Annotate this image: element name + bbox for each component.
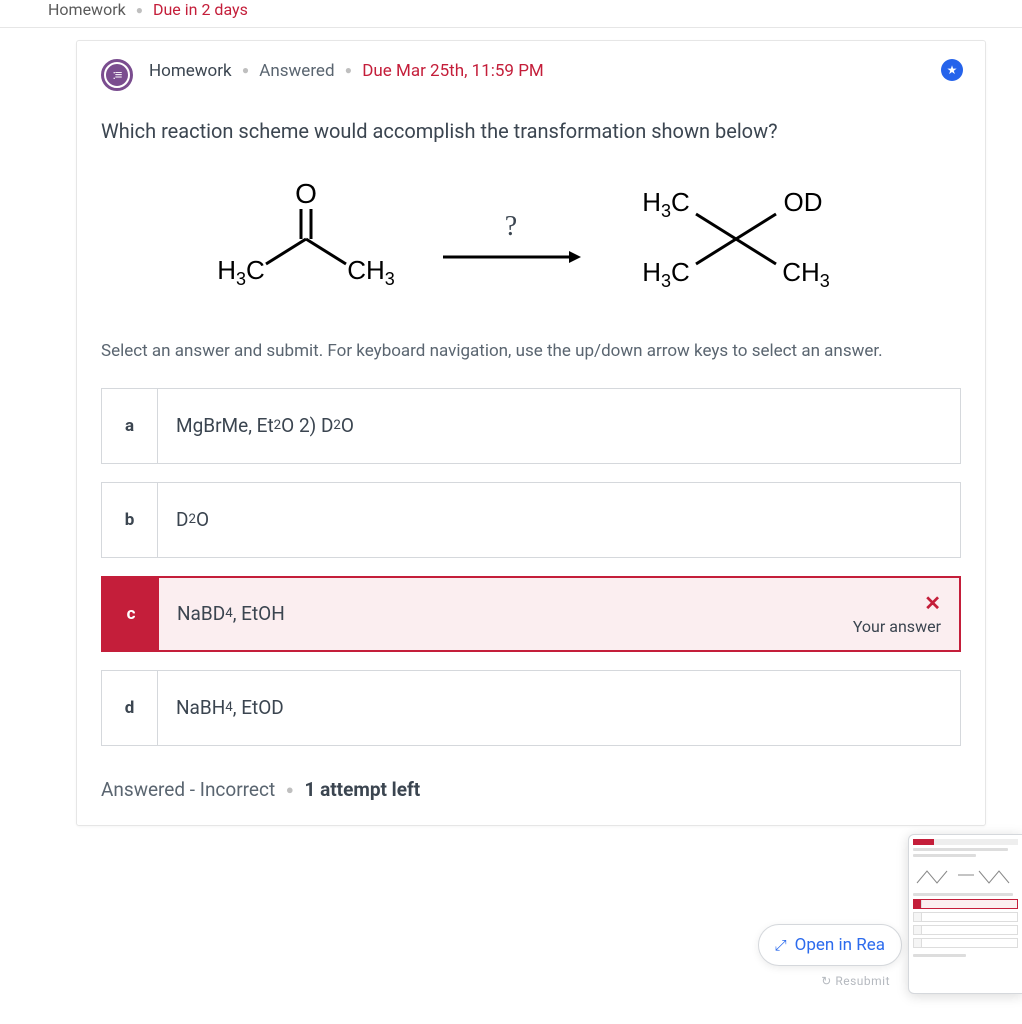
instruction-text: Select an answer and submit. For keyboar…: [101, 339, 961, 364]
arrow-icon: [441, 247, 581, 267]
star-icon: ★: [947, 63, 958, 77]
reaction-scheme: O H3C CH3 ? H3C OD: [101, 179, 961, 299]
expand-icon: ⤢: [775, 936, 787, 954]
footer-attempts: 1 attempt left: [304, 778, 420, 801]
footer-status: Answered - Incorrect: [101, 778, 275, 801]
option-letter: a: [102, 389, 158, 463]
your-answer-label: Your answer: [853, 617, 941, 636]
reaction-arrow: ?: [441, 211, 581, 267]
top-bar: Homework ● Due in 2 days: [0, 0, 1022, 28]
separator-dot: ●: [242, 63, 249, 77]
topbar-type: Homework: [48, 0, 126, 19]
resubmit-hint: ↻ Resubmit: [821, 974, 890, 988]
option-label: NaBD4, EtOH: [159, 578, 835, 650]
product-molecule: H3C OD H3C CH3: [621, 179, 851, 299]
separator-dot: ●: [345, 63, 352, 77]
answer-options: a MgBrMe, Et2O 2) D2O b D2O c NaBD4, EtO…: [101, 388, 961, 746]
card-due: Due Mar 25th, 11:59 PM: [362, 61, 544, 81]
option-label: NaBH4, EtOD: [158, 671, 960, 745]
svg-text:CH3: CH3: [347, 255, 395, 289]
option-c[interactable]: c NaBD4, EtOH ✕ Your answer: [101, 576, 961, 652]
question-type-icon: :≡: [101, 59, 133, 91]
svg-text:O: O: [295, 179, 317, 209]
question-preview-thumbnail[interactable]: [908, 834, 1022, 994]
svg-text:H3C: H3C: [217, 255, 265, 289]
svg-text:H3C: H3C: [642, 257, 690, 291]
separator-dot: ●: [136, 3, 143, 17]
option-feedback: ✕ Your answer: [835, 578, 959, 650]
separator-dot: ●: [286, 783, 294, 798]
question-text: Which reaction scheme would accomplish t…: [101, 119, 961, 143]
card-header: :≡ Homework ● Answered ● Due Mar 25th, 1…: [101, 59, 961, 91]
option-a[interactable]: a MgBrMe, Et2O 2) D2O: [101, 388, 961, 464]
option-label: D2O: [158, 483, 960, 557]
open-button-label: Open in Rea: [795, 935, 885, 955]
card-status: Answered: [259, 61, 334, 81]
bookmark-button[interactable]: ★: [941, 59, 963, 81]
option-letter: b: [102, 483, 158, 557]
option-b[interactable]: b D2O: [101, 482, 961, 558]
option-letter: c: [103, 578, 159, 650]
topbar-due: Due in 2 days: [153, 0, 248, 19]
svg-text:OD: OD: [784, 187, 823, 217]
svg-text:CH3: CH3: [782, 257, 830, 291]
incorrect-x-icon: ✕: [924, 591, 941, 615]
reactant-molecule: O H3C CH3: [211, 179, 401, 299]
option-d[interactable]: d NaBH4, EtOD: [101, 670, 961, 746]
svg-text:H3C: H3C: [642, 187, 690, 221]
card-footer: Answered - Incorrect ● 1 attempt left: [101, 778, 961, 801]
option-letter: d: [102, 671, 158, 745]
option-label: MgBrMe, Et2O 2) D2O: [158, 389, 960, 463]
arrow-label: ?: [505, 211, 517, 243]
question-card: :≡ Homework ● Answered ● Due Mar 25th, 1…: [76, 40, 986, 826]
card-type: Homework: [149, 61, 232, 81]
card-header-meta: Homework ● Answered ● Due Mar 25th, 11:5…: [149, 59, 544, 85]
open-in-reader-button[interactable]: ⤢ Open in Rea: [758, 924, 902, 966]
